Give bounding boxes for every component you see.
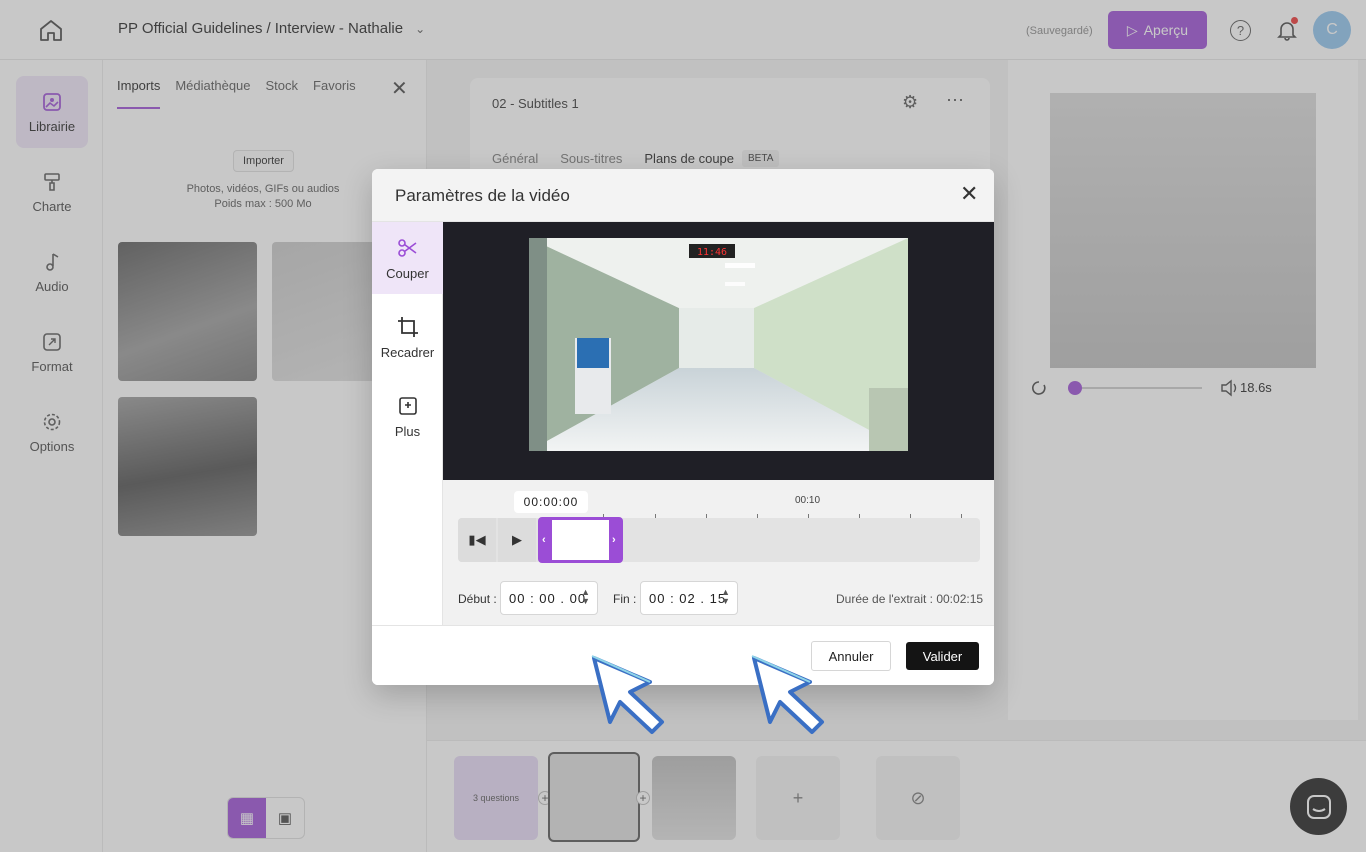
video-preview: 11:46 — [443, 222, 994, 480]
trim-selection[interactable] — [538, 517, 623, 563]
crop-icon — [397, 316, 418, 337]
sidebar-item-crop[interactable]: Recadrer — [372, 301, 443, 373]
pointer-cursor-icon — [591, 655, 664, 734]
timeline-tick-label: 00:10 — [795, 495, 821, 506]
confirm-button[interactable]: Valider — [906, 642, 979, 670]
dialog-footer: Annuler Valider — [372, 625, 994, 685]
end-label: Fin : — [613, 592, 637, 606]
pointer-cursor-icon — [751, 655, 824, 734]
video-frame[interactable]: 11:46 — [529, 238, 908, 451]
add-media-icon — [398, 396, 417, 415]
video-settings-dialog: Paramètres de la vidéo ✕ Couper Recadrer… — [372, 169, 994, 685]
sidebar-item-label: Plus — [394, 423, 421, 439]
trim-handle-end[interactable]: › — [612, 534, 616, 546]
skip-back-icon[interactable]: ▮◀ — [458, 518, 496, 562]
start-time-input[interactable]: 00 : 00 . 00 ▲ ▼ — [500, 581, 598, 615]
trim-panel: 00:00:00 00:10 ▮◀ ▶ ‹ › Début : 00 : 00 … — [443, 480, 994, 625]
sidebar-item-label: Couper — [386, 265, 429, 281]
start-time-value: 00 : 00 . 00 — [509, 590, 587, 606]
sidebar-item-more[interactable]: Plus — [372, 380, 443, 452]
end-time-value: 00 : 02 . 15 — [649, 590, 727, 606]
trim-handle-start[interactable]: ‹ — [542, 534, 546, 546]
stepper-icon[interactable]: ▲ ▼ — [721, 588, 731, 606]
trim-track[interactable] — [458, 518, 980, 562]
current-timecode: 00:00:00 — [514, 491, 588, 513]
start-label: Début : — [458, 592, 497, 606]
close-icon[interactable]: ✕ — [960, 183, 978, 205]
dialog-title: Paramètres de la vidéo — [395, 186, 570, 205]
sidebar-item-cut[interactable]: Couper — [372, 222, 443, 294]
clip-duration: Durée de l'extrait : 00:02:15 — [836, 592, 984, 606]
scissors-icon — [397, 238, 416, 257]
stepper-icon[interactable]: ▲ ▼ — [581, 588, 591, 606]
sidebar-item-label: Recadrer — [380, 344, 435, 360]
video-frame-clock: 11:46 — [697, 247, 727, 258]
play-icon[interactable]: ▶ — [498, 518, 536, 562]
end-time-input[interactable]: 00 : 02 . 15 ▲ ▼ — [640, 581, 738, 615]
dialog-header: Paramètres de la vidéo ✕ — [372, 169, 994, 222]
dialog-sidebar: Couper Recadrer Plus — [372, 222, 443, 625]
